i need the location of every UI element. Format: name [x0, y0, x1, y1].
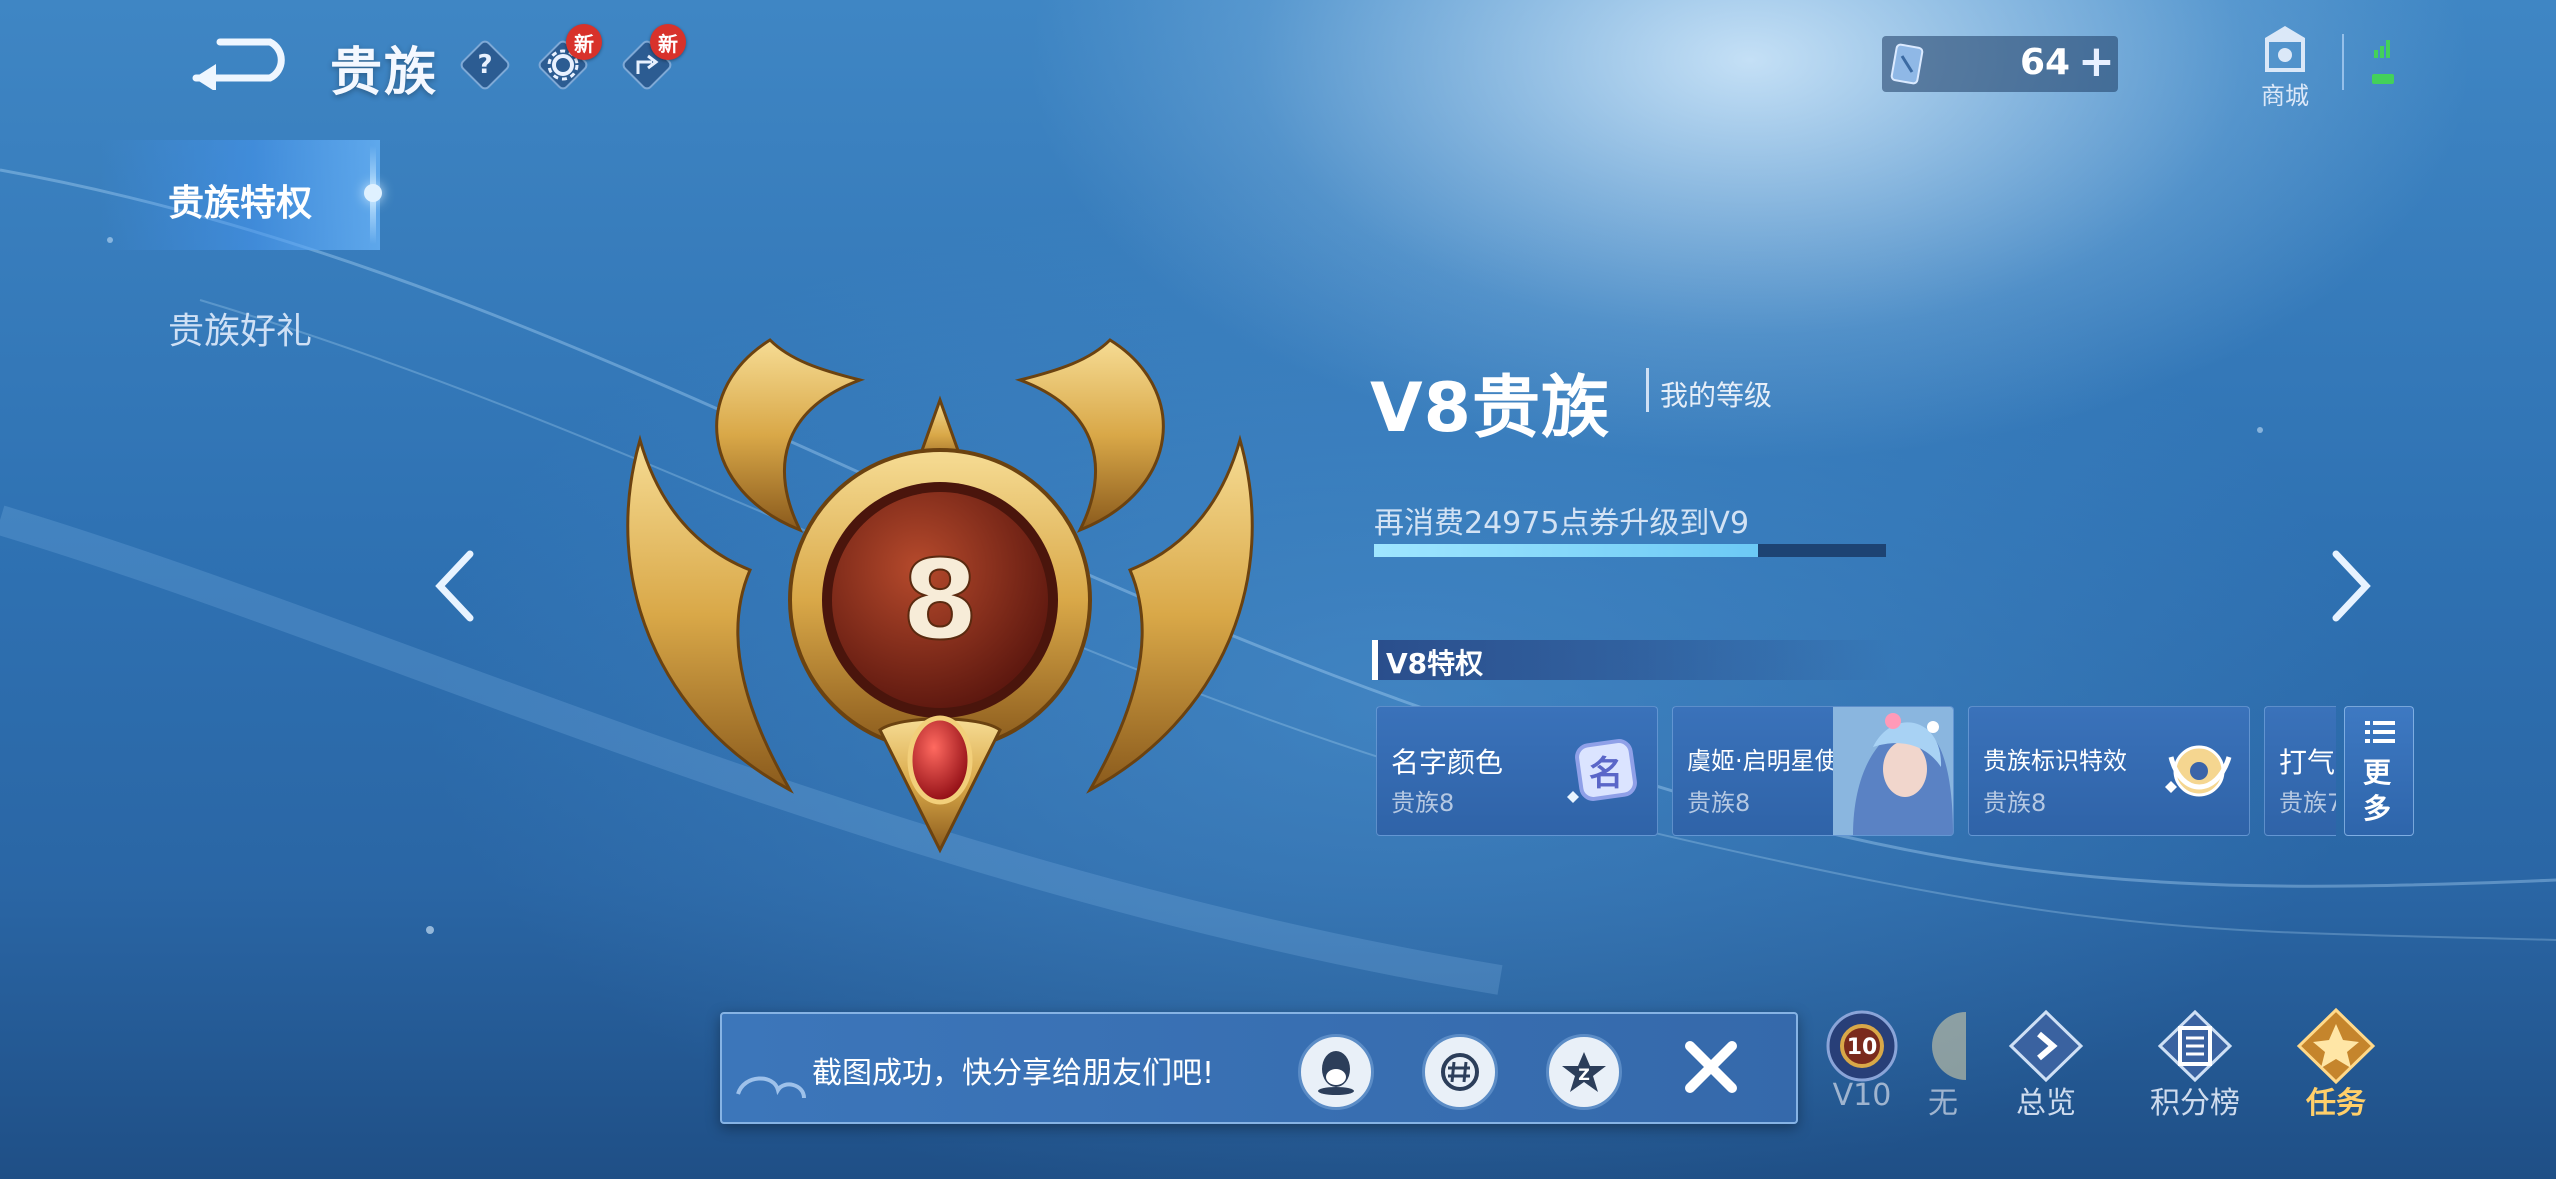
add-coupon-button[interactable]: +	[2078, 40, 2115, 84]
privilege-level: 贵族7	[2279, 789, 2336, 817]
privilege-level: 贵族8	[1391, 789, 1455, 817]
next-level-arrow[interactable]	[2320, 546, 2380, 626]
privilege-name: 名字颜色	[1391, 746, 1504, 779]
privilege-card-list[interactable]: 名字颜色 贵族8 名 虞姬·启明星使 贵族8 贵族标识特效 贵族8 打气 贵族7	[1376, 706, 2336, 836]
new-badge: 新	[566, 24, 602, 60]
privilege-name: 打气	[2279, 746, 2336, 779]
list-icon	[2365, 721, 2395, 743]
emblem-level-number: 8	[902, 536, 979, 664]
nav-leaderboard-label: 积分榜	[2150, 1086, 2240, 1121]
wechat-moments-icon	[1441, 1053, 1479, 1091]
shop-icon	[2265, 26, 2305, 72]
share-moments-button[interactable]	[1422, 1034, 1498, 1110]
upgrade-progress-fill	[1374, 544, 1758, 557]
back-button[interactable]	[190, 34, 300, 90]
noble-level-emblem: 8	[626, 338, 1254, 854]
share-qzone-button[interactable]: Z	[1546, 1034, 1622, 1110]
privilege-name: 贵族标识特效	[1983, 747, 2127, 775]
partial-icon	[1932, 1012, 1966, 1080]
more-privileges-button[interactable]: 更多	[2344, 706, 2414, 836]
shop-button[interactable]: 商城	[2240, 24, 2330, 110]
privileges-header: V8特权	[1372, 640, 1896, 680]
privilege-card[interactable]: 贵族标识特效 贵族8	[1968, 706, 2250, 836]
nav-v10[interactable]: 10 V10	[1812, 1006, 1912, 1113]
settings-button[interactable]: 新	[536, 24, 602, 92]
privilege-card[interactable]: 打气 贵族7	[2264, 706, 2336, 836]
nav-overview[interactable]: 总览	[1996, 1006, 2096, 1122]
more-label: 更多	[2363, 756, 2392, 825]
upgrade-progress-text: 再消费24975点券升级到V9	[1374, 506, 1750, 541]
svg-text:10: 10	[1847, 1035, 1878, 1060]
new-badge: 新	[650, 24, 686, 60]
page-title: 贵族	[330, 43, 439, 103]
shop-label: 商城	[2261, 82, 2309, 110]
my-level-tag: 我的等级	[1660, 379, 1773, 412]
coupon-balance: 64 +	[1882, 36, 2118, 92]
prev-level-arrow[interactable]	[426, 546, 486, 626]
v10-badge-icon: 10	[1826, 1010, 1898, 1082]
help-icon: ?	[477, 50, 493, 80]
overview-icon	[2008, 1009, 2084, 1083]
sidebar-item-noble-gifts[interactable]: 贵族好礼	[168, 302, 312, 354]
cloud-decoration	[736, 1076, 806, 1099]
share-qq-button[interactable]	[1298, 1034, 1374, 1110]
nav-tasks[interactable]: 任务	[2286, 1006, 2386, 1122]
share-button[interactable]: 新	[620, 24, 686, 92]
name-color-icon: 名	[1567, 739, 1637, 803]
nav-partial[interactable]: 无	[1920, 1006, 1966, 1122]
privilege-card[interactable]: 虞姬·启明星使 贵族8	[1672, 706, 1954, 836]
sidebar-item-noble-privileges[interactable]: 贵族特权	[168, 174, 312, 226]
noble-badge-icon	[2165, 745, 2232, 797]
privilege-card[interactable]: 名字颜色 贵族8 名	[1376, 706, 1658, 836]
svg-text:名: 名	[1589, 754, 1623, 794]
vip-level-title: V8贵族	[1370, 369, 1610, 448]
task-icon	[2296, 1007, 2376, 1085]
coupon-value: 64	[2020, 42, 2071, 83]
title-divider	[1646, 368, 1649, 412]
svg-text:Z: Z	[1578, 1065, 1590, 1084]
upgrade-progress-bar	[1374, 544, 1886, 557]
help-button[interactable]: ?	[458, 38, 512, 92]
privilege-level: 贵族8	[1983, 789, 2047, 817]
privileges-title: V8特权	[1386, 647, 1484, 680]
qzone-icon: Z	[1562, 1052, 1606, 1092]
privilege-level: 贵族8	[1687, 789, 1751, 817]
close-toast-button[interactable]	[1678, 1034, 1744, 1100]
privilege-name: 虞姬·启明星使	[1687, 747, 1839, 775]
toast-message: 截图成功，快分享给朋友们吧!	[812, 1056, 1215, 1091]
coupon-ticket-icon	[1890, 43, 1924, 85]
hero-skin-portrait	[1833, 707, 1953, 835]
screenshot-toast: 截图成功，快分享给朋友们吧! Z	[720, 1012, 1798, 1124]
nav-leaderboard[interactable]: 积分榜	[2140, 1006, 2250, 1122]
leaderboard-icon	[2157, 1009, 2233, 1083]
signal-battery-icon	[2342, 34, 2394, 90]
qq-icon	[1318, 1051, 1354, 1095]
